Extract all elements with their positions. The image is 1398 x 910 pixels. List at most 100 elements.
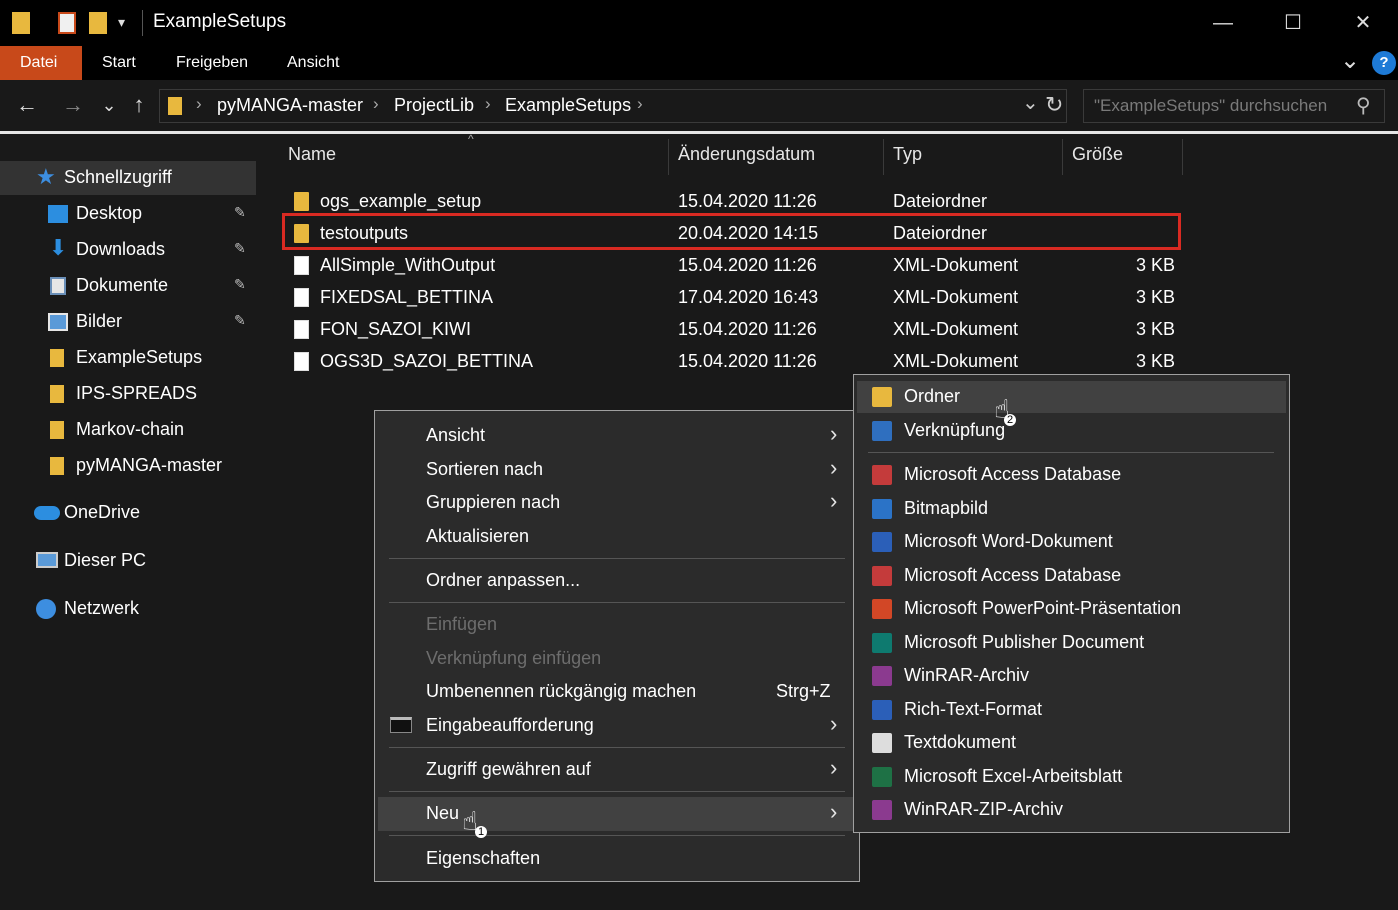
menu-item-umbenennen-rueckgaengig[interactable]: Umbenennen rückgängig machen Strg+Z	[378, 675, 856, 709]
sidebar-item-dieser-pc[interactable]: Dieser PC	[0, 544, 256, 578]
address-dropdown-icon[interactable]: ⌄	[1022, 90, 1039, 115]
sidebar-item-netzwerk[interactable]: Netzwerk	[0, 592, 256, 626]
maximize-button[interactable]: ☐	[1273, 8, 1313, 38]
menu-item-ansicht[interactable]: Ansicht ›	[378, 419, 856, 453]
column-header-name[interactable]: Name	[288, 144, 336, 165]
forward-button[interactable]: →	[58, 90, 88, 120]
help-icon[interactable]: ?	[1372, 51, 1396, 75]
column-header-date[interactable]: Änderungsdatum	[678, 144, 815, 165]
file-date: 15.04.2020 11:26	[678, 255, 817, 275]
pin-icon[interactable]: ✎	[234, 204, 246, 221]
menu-item-gruppieren-nach[interactable]: Gruppieren nach ›	[378, 486, 856, 520]
column-divider[interactable]	[1182, 139, 1183, 175]
file-size: 3 KB	[1136, 351, 1176, 371]
sidebar-item-desktop[interactable]: Desktop ✎	[0, 197, 256, 231]
file-icon	[294, 288, 309, 307]
tab-datei[interactable]: Datei	[0, 46, 82, 80]
submenu-item-label: Microsoft Access Database	[904, 464, 1122, 484]
back-button[interactable]: ←	[12, 90, 42, 120]
sidebar-item-dokumente[interactable]: Dokumente ✎	[0, 269, 256, 303]
column-header-type[interactable]: Typ	[893, 144, 922, 165]
table-row[interactable]: FIXEDSAL_BETTINA 17.04.2020 16:43 XML-Do…	[282, 283, 1182, 313]
tab-ansicht[interactable]: Ansicht	[267, 46, 359, 80]
sidebar-item-downloads[interactable]: ⬇ Downloads ✎	[0, 233, 256, 267]
pin-icon[interactable]: ✎	[234, 276, 246, 293]
breadcrumb-separator[interactable]: ›	[373, 94, 379, 114]
up-button[interactable]: ↑	[124, 90, 154, 120]
column-divider[interactable]	[883, 139, 884, 175]
submenu-item-powerpoint[interactable]: Microsoft PowerPoint-Präsentation	[857, 593, 1286, 625]
table-row[interactable]: OGS3D_SAZOI_BETTINA 15.04.2020 11:26 XML…	[282, 347, 1182, 377]
sidebar-item-markov-chain[interactable]: Markov-chain	[0, 413, 256, 447]
pin-icon[interactable]: ✎	[234, 240, 246, 257]
menu-item-eigenschaften[interactable]: Eigenschaften	[378, 842, 856, 876]
submenu-item-rich-text[interactable]: Rich-Text-Format	[857, 694, 1286, 726]
recent-locations-button[interactable]: ⌄	[94, 90, 124, 120]
sidebar-item-onedrive[interactable]: OneDrive	[0, 496, 256, 530]
folder-icon	[168, 97, 182, 115]
expand-ribbon-icon[interactable]: ⌄	[1340, 46, 1360, 75]
step-badge-1: 1	[475, 826, 487, 838]
sidebar-item-ips-spreads[interactable]: IPS-SPREADS	[0, 377, 256, 411]
sidebar-item-label: Dokumente	[76, 275, 169, 295]
submenu-item-access-database-2[interactable]: Microsoft Access Database	[857, 560, 1286, 592]
close-button[interactable]: ✕	[1343, 8, 1383, 38]
customize-toolbar-icon[interactable]: ▾	[118, 14, 125, 31]
table-row[interactable]: FON_SAZOI_KIWI 15.04.2020 11:26 XML-Doku…	[282, 315, 1182, 345]
pin-icon[interactable]: ✎	[234, 312, 246, 329]
submenu-item-textdokument[interactable]: Textdokument	[857, 727, 1286, 759]
submenu-item-label: WinRAR-Archiv	[904, 665, 1030, 685]
file-date: 15.04.2020 11:26	[678, 351, 817, 371]
address-bar[interactable]: › pyMANGA-master › ProjectLib › ExampleS…	[159, 89, 1067, 123]
chevron-right-icon: ›	[830, 799, 838, 824]
breadcrumb-pymanga[interactable]: pyMANGA-master	[217, 95, 363, 116]
menu-item-eingabeaufforderung[interactable]: Eingabeaufforderung ›	[378, 709, 856, 743]
submenu-item-ordner[interactable]: Ordner	[857, 381, 1286, 413]
breadcrumb-separator[interactable]: ›	[637, 94, 643, 114]
file-icon	[294, 320, 309, 339]
menu-item-ordner-anpassen[interactable]: Ordner anpassen...	[378, 564, 856, 598]
sidebar-item-label: ExampleSetups	[76, 347, 203, 367]
column-divider[interactable]	[668, 139, 669, 175]
submenu-item-excel[interactable]: Microsoft Excel-Arbeitsblatt	[857, 761, 1286, 793]
menu-item-sortieren-nach[interactable]: Sortieren nach ›	[378, 453, 856, 487]
breadcrumb-separator[interactable]: ›	[485, 94, 491, 114]
sidebar-item-bilder[interactable]: Bilder ✎	[0, 305, 256, 339]
menu-item-zugriff-gewaehren[interactable]: Zugriff gewähren auf ›	[378, 753, 856, 787]
submenu-item-publisher[interactable]: Microsoft Publisher Document	[857, 627, 1286, 659]
submenu-item-bitmapbild[interactable]: Bitmapbild	[857, 493, 1286, 525]
bitmap-icon	[872, 499, 892, 519]
submenu-item-verknuepfung[interactable]: Verknüpfung	[857, 415, 1286, 447]
submenu-item-winrar-archiv[interactable]: WinRAR-Archiv	[857, 660, 1286, 692]
sidebar-item-pymanga-master[interactable]: pyMANGA-master	[0, 449, 256, 483]
submenu-item-label: WinRAR-ZIP-Archiv	[904, 799, 1064, 819]
sidebar-item-label: Downloads	[76, 239, 166, 259]
search-input[interactable]: "ExampleSetups" durchsuchen	[1094, 96, 1327, 116]
tab-start[interactable]: Start	[82, 46, 156, 80]
file-size: 3 KB	[1136, 287, 1176, 307]
sidebar-item-examplesetups[interactable]: ExampleSetups	[0, 341, 256, 375]
breadcrumb-projectlib[interactable]: ProjectLib	[394, 95, 474, 116]
search-box[interactable]: "ExampleSetups" durchsuchen ⚲	[1083, 89, 1385, 123]
menu-separator	[389, 791, 845, 792]
new-folder-icon[interactable]	[89, 12, 107, 34]
column-divider[interactable]	[1062, 139, 1063, 175]
properties-icon[interactable]	[58, 12, 76, 34]
sidebar-item-schnellzugriff[interactable]: ★ Schnellzugriff	[0, 161, 256, 195]
file-type: XML-Dokument	[893, 351, 1019, 371]
table-row[interactable]: AllSimple_WithOutput 15.04.2020 11:26 XM…	[282, 251, 1182, 281]
folder-icon	[12, 12, 30, 34]
refresh-icon[interactable]: ↻	[1045, 92, 1063, 118]
computer-icon	[36, 552, 58, 568]
ribbon-tabs: Datei Start Freigeben Ansicht ⌄ ?	[0, 46, 1398, 80]
submenu-item-winrar-zip[interactable]: WinRAR-ZIP-Archiv	[857, 794, 1286, 826]
menu-item-aktualisieren[interactable]: Aktualisieren	[378, 520, 856, 554]
breadcrumb-examplesetups[interactable]: ExampleSetups	[505, 95, 631, 116]
access-icon	[872, 566, 892, 586]
submenu-item-access-database[interactable]: Microsoft Access Database	[857, 459, 1286, 491]
minimize-button[interactable]: —	[1203, 8, 1243, 38]
tab-freigeben[interactable]: Freigeben	[156, 46, 268, 80]
menu-item-neu[interactable]: Neu ›	[378, 797, 856, 831]
column-header-size[interactable]: Größe	[1072, 144, 1123, 165]
submenu-item-word-dokument[interactable]: Microsoft Word-Dokument	[857, 526, 1286, 558]
